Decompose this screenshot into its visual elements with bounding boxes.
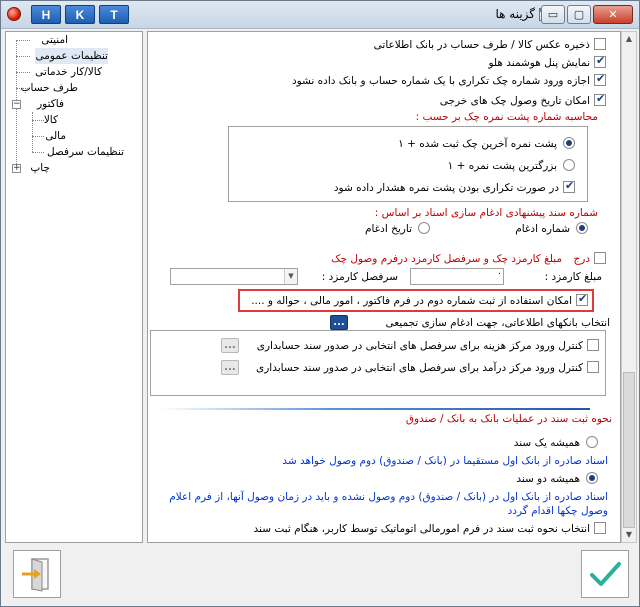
tree-item-general-settings[interactable]: تنظیمات عمومی — [35, 48, 108, 64]
cost-center-option[interactable]: کنترل ورود مرکز هزینه برای سرفصل های انت… — [257, 339, 599, 353]
back-biggest-plus-one-option[interactable]: بزرگترین پشت نمره + ۱ — [448, 159, 575, 173]
tree-item-invoice-goods[interactable]: کالا — [44, 112, 58, 128]
back-number-heading: محاسبه شماره پشت نمره چک بر حسب : — [415, 111, 598, 123]
checkmark-icon — [590, 562, 621, 586]
back-biggest-plus-one-radio[interactable] — [563, 159, 575, 171]
fee-heading-label: سرفصل کارمزد : — [321, 271, 398, 283]
merge-heading: شماره سند پیشنهادی ادغام سازی اسناد بر ا… — [374, 207, 598, 219]
maximize-button[interactable]: ▢ — [567, 5, 591, 24]
tree-item-print[interactable]: چاپ — [30, 160, 50, 176]
auto-select-checkbox[interactable] — [594, 522, 606, 534]
merge-date-option[interactable]: تاریخ ادغام — [365, 222, 430, 236]
fee-checkbox[interactable] — [594, 252, 606, 264]
show-smart-panel-checkbox[interactable] — [594, 54, 606, 68]
tree-item-service-goods[interactable]: کالا/کار خدماتی — [35, 64, 102, 80]
tree-item-invoice[interactable]: فاکتور — [37, 96, 64, 112]
cost-center-group: کنترل ورود مرکز هزینه برای سرفصل های انت… — [150, 330, 606, 396]
bank-text-option[interactable]: امکان استفاده از ثبت شماره دوم در فرم فا… — [251, 292, 588, 308]
always-one-doc-radio[interactable] — [586, 436, 598, 448]
combo-dropdown-icon[interactable]: ▼ — [284, 269, 297, 284]
confirm-button[interactable] — [581, 550, 629, 598]
bank-select-button[interactable]: ... — [330, 315, 348, 330]
one-doc-description: اسناد صادره از بانک اول مستقیما در (بانک… — [282, 455, 608, 467]
always-two-docs-radio[interactable] — [586, 472, 598, 484]
options-window: H K T گزینه ها ▭ ▢ ✕ امنیتی تنظیمات عموم… — [0, 0, 640, 607]
settings-tree: امنیتی تنظیمات عمومی کالا/کار خدماتی طرف… — [5, 31, 143, 543]
fee-description: مبلغ کارمزد چک و سرفصل کارمزد درفرم وصول… — [331, 253, 562, 265]
close-button[interactable]: ✕ — [593, 5, 633, 24]
tree-item-account-party[interactable]: طرف حساب — [21, 80, 78, 96]
footer-bar — [5, 546, 635, 604]
bank-section-header: نحوه ثبت سند در عملیات بانک به بانک / صن… — [405, 413, 612, 425]
merge-number-option[interactable]: شماره ادغام — [515, 222, 588, 236]
fee-option[interactable]: درج — [573, 252, 606, 266]
content-scrollbar[interactable]: ▲ ▼ — [621, 31, 637, 543]
back-number-group: پشت نمره آخرین چک ثبت شده + ۱ بزرگترین پ… — [228, 126, 588, 202]
window-title: گزینه ها — [495, 7, 535, 21]
merge-number-radio[interactable] — [576, 222, 588, 234]
fee-amount-label: مبلغ کارمزد : — [544, 271, 602, 283]
duplicate-cheque-option[interactable]: اجازه ورود شماره چک تکراری با یک شماره ح… — [292, 72, 606, 88]
cost-center-checkbox[interactable] — [587, 339, 599, 351]
fee-heading-combo[interactable]: ▼ — [170, 268, 298, 285]
invoice-collapse-icon[interactable]: − — [12, 100, 21, 109]
t-shortcut-button[interactable]: T — [99, 5, 129, 24]
show-smart-panel-option[interactable]: نمایش پنل هوشمند هلو — [488, 54, 606, 70]
tree-item-invoice-financial[interactable]: مالی — [45, 128, 66, 144]
scroll-thumb[interactable] — [623, 372, 635, 528]
save-goods-image-option[interactable]: ذخیره عکس کالا / طرف حساب در بانک اطلاعا… — [374, 38, 606, 52]
two-docs-description: اسناد صادره از بانک اول در (بانک / صندوق… — [169, 491, 608, 517]
scroll-down-icon[interactable]: ▼ — [622, 528, 636, 542]
minimize-button[interactable]: ▭ — [541, 5, 565, 24]
cost-center-select-button[interactable]: ... — [221, 338, 239, 353]
k-shortcut-button[interactable]: K — [65, 5, 95, 24]
auto-select-option[interactable]: انتخاب نحوه ثبت سند در فرم امورمالی اتوم… — [254, 522, 606, 536]
section-divider — [160, 408, 590, 410]
always-one-doc-option[interactable]: همیشه یک سند — [514, 436, 598, 450]
revenue-center-option[interactable]: کنترل ورود مرکز درآمد برای سرفصل های انت… — [256, 361, 599, 375]
cheque-receipt-date-checkbox[interactable] — [594, 92, 606, 106]
back-last-plus-one-option[interactable]: پشت نمره آخرین چک ثبت شده + ۱ — [398, 137, 575, 151]
duplicate-cheque-checkbox[interactable] — [594, 72, 606, 86]
bank-select-label: انتخاب بانکهای اطلاعاتی، جهت ادغام سازی … — [385, 317, 610, 329]
scroll-up-icon[interactable]: ▲ — [622, 32, 636, 46]
h-shortcut-button[interactable]: H — [31, 5, 61, 24]
app-orb-icon[interactable] — [7, 7, 21, 21]
back-duplicate-warning-option[interactable]: در صورت تکراری بودن پشت نمره هشدار داده … — [334, 179, 575, 195]
back-last-plus-one-radio[interactable] — [563, 137, 575, 149]
revenue-center-select-button[interactable]: ... — [221, 360, 239, 375]
title-bar: H K T گزینه ها ▭ ▢ ✕ — [1, 1, 639, 29]
cheque-receipt-date-option[interactable]: امکان تاریخ وصول چک های خرجی — [440, 92, 606, 108]
merge-date-radio[interactable] — [418, 222, 430, 234]
back-duplicate-warning-checkbox[interactable] — [563, 179, 575, 193]
tree-item-heading-settings[interactable]: تنظیمات سرفصل — [47, 144, 124, 160]
bank-text-checkbox[interactable] — [576, 292, 588, 306]
settings-content: ذخیره عکس کالا / طرف حساب در بانک اطلاعا… — [147, 31, 621, 543]
fee-amount-input[interactable]: ۰ — [410, 268, 504, 285]
revenue-center-checkbox[interactable] — [587, 361, 599, 373]
always-two-docs-option[interactable]: همیشه دو سند — [516, 472, 598, 486]
save-goods-image-checkbox[interactable] — [594, 38, 606, 50]
exit-door-icon — [22, 558, 49, 592]
print-expand-icon[interactable]: + — [12, 164, 21, 173]
tree-item-security[interactable]: امنیتی — [41, 32, 68, 48]
exit-button[interactable] — [13, 550, 61, 598]
